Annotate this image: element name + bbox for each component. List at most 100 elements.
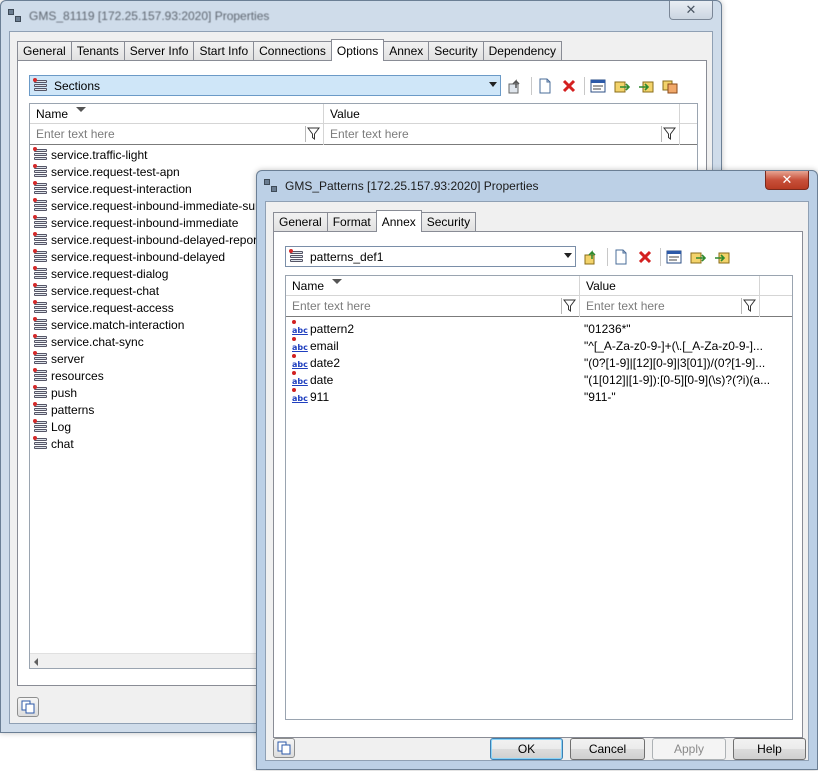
toolbar-separator (584, 76, 585, 95)
value-filter-cell (324, 124, 680, 145)
abc-string-option-icon: abc (292, 388, 308, 403)
sort-descending-icon (332, 279, 342, 284)
export-icon (690, 252, 706, 263)
close-icon: ✕ (781, 172, 793, 187)
back-window-close-button[interactable]: ✕ (669, 1, 713, 20)
tab-format[interactable]: Format (326, 212, 377, 231)
option-name-cell: abc date (292, 371, 333, 387)
front-window-client: General Format Annex Security patterns_d… (265, 201, 809, 761)
export-button[interactable] (689, 248, 707, 266)
filter-funnel-icon[interactable] (305, 126, 321, 142)
front-properties-window: GMS_Patterns [172.25.157.93:2020] Proper… (256, 170, 818, 770)
tab-tenants[interactable]: Tenants (70, 41, 125, 60)
sections-dropdown[interactable]: Sections (29, 75, 501, 96)
properties-button[interactable] (665, 248, 683, 266)
section-name: service.request-inbound-delayed-reportin… (51, 232, 277, 247)
column-header-name-label: Name (36, 107, 69, 121)
section-stack-icon (33, 248, 48, 263)
table-row[interactable]: abc date2 "(0?[1-9]|[12][0-9]|3[01])/(0?[1… (292, 354, 792, 371)
import-icon (639, 81, 654, 92)
filter-row (286, 296, 792, 317)
merge-button[interactable] (661, 77, 679, 95)
cancel-button[interactable]: Cancel (570, 738, 645, 760)
front-copy-button[interactable] (273, 738, 295, 758)
value-filter-input[interactable] (580, 296, 759, 316)
column-header-value[interactable]: Value (324, 104, 680, 124)
tab-connections[interactable]: Connections (253, 41, 332, 60)
back-window-titlebar[interactable]: GMS_81119 [172.25.157.93:2020] Propertie… (1, 1, 721, 31)
filter-funnel-icon[interactable] (561, 298, 577, 314)
section-name: patterns (51, 402, 95, 417)
back-copy-button[interactable] (17, 697, 39, 717)
section-name-cell: patterns (33, 401, 95, 417)
annex-section-dropdown-value: patterns_def1 (310, 249, 384, 264)
section-name-cell: Log (33, 418, 71, 434)
tab-start-info[interactable]: Start Info (193, 41, 255, 60)
properties-button[interactable] (589, 77, 607, 95)
section-name: service.request-inbound-delayed (51, 249, 226, 264)
filter-funnel-icon[interactable] (741, 298, 757, 314)
toolbar-separator (531, 76, 532, 95)
tab-security[interactable]: Security (428, 41, 484, 60)
option-name: email (310, 338, 339, 353)
properties-window-icon (263, 178, 279, 194)
properties-icon (666, 250, 682, 263)
annex-section-dropdown[interactable]: patterns_def1 (285, 246, 576, 267)
tab-options[interactable]: Options (330, 39, 385, 61)
sort-descending-icon (76, 107, 86, 112)
section-name-cell: service.request-access (33, 299, 174, 315)
properties-icon (590, 79, 606, 92)
export-button[interactable] (613, 77, 631, 95)
delete-button[interactable] (636, 248, 654, 266)
help-button[interactable]: Help (733, 738, 806, 760)
merge-icon (662, 80, 678, 93)
option-name: 911 (310, 389, 330, 404)
up-level-button[interactable] (507, 77, 525, 95)
up-level-icon (508, 78, 520, 93)
section-name: server (51, 351, 85, 366)
table-row[interactable]: abc email "^[_A-Za-z0-9-]+(\.[_A-Za-z0-9-]… (292, 337, 792, 354)
scroll-left-icon[interactable] (34, 658, 38, 666)
tab-server-info[interactable]: Server Info (123, 41, 195, 60)
import-button[interactable] (637, 77, 655, 95)
table-row[interactable]: abc pattern2 "01236*" (292, 320, 792, 337)
up-level-button[interactable] (583, 248, 601, 266)
tab-general[interactable]: General (17, 41, 72, 60)
tab-dependency[interactable]: Dependency (482, 41, 562, 60)
column-header-value-label: Value (330, 107, 360, 121)
section-name-cell: service.request-dialog (33, 265, 168, 281)
column-header-value[interactable]: Value (580, 276, 760, 296)
option-name: pattern2 (310, 321, 355, 336)
name-filter-input[interactable] (286, 296, 579, 316)
abc-string-option-icon: abc (292, 320, 308, 335)
column-header-name[interactable]: Name (286, 276, 580, 296)
ok-button[interactable]: OK (490, 738, 563, 760)
table-row[interactable]: abc 911 "911-" (292, 388, 792, 405)
column-header-name[interactable]: Name (30, 104, 324, 124)
filter-funnel-icon[interactable] (661, 126, 677, 142)
tab-security[interactable]: Security (420, 212, 477, 231)
section-name: service.request-access (51, 300, 174, 315)
front-window-titlebar[interactable]: GMS_Patterns [172.25.157.93:2020] Proper… (257, 171, 817, 201)
new-item-button[interactable] (536, 77, 554, 95)
apply-button[interactable]: Apply (652, 738, 726, 760)
delete-button[interactable] (560, 77, 578, 95)
section-name-cell: service.request-interaction (33, 180, 192, 196)
name-filter-input[interactable] (30, 124, 323, 144)
new-item-icon (615, 249, 627, 264)
copy-icon (21, 700, 35, 714)
option-value: "01236*" (584, 321, 631, 336)
section-name-cell: service.chat-sync (33, 333, 144, 349)
import-button[interactable] (713, 248, 731, 266)
section-name-cell: service.request-inbound-delayed-reportin… (33, 231, 277, 247)
value-filter-input[interactable] (324, 124, 679, 144)
new-item-button[interactable] (612, 248, 630, 266)
section-stack-icon (33, 333, 48, 348)
option-list: abc pattern2 "01236*" abc email "^[_A-Za-z0-9… (292, 320, 792, 405)
tab-annex[interactable]: Annex (375, 210, 422, 232)
front-window-close-button[interactable]: ✕ (765, 171, 809, 190)
table-row[interactable]: abc date "(1[012]|[1-9]):[0-5][0-9](\s)?(?… (292, 371, 792, 388)
list-item[interactable]: service.traffic-light (33, 146, 697, 163)
tab-annex[interactable]: Annex (383, 41, 430, 60)
tab-general[interactable]: General (273, 212, 328, 231)
